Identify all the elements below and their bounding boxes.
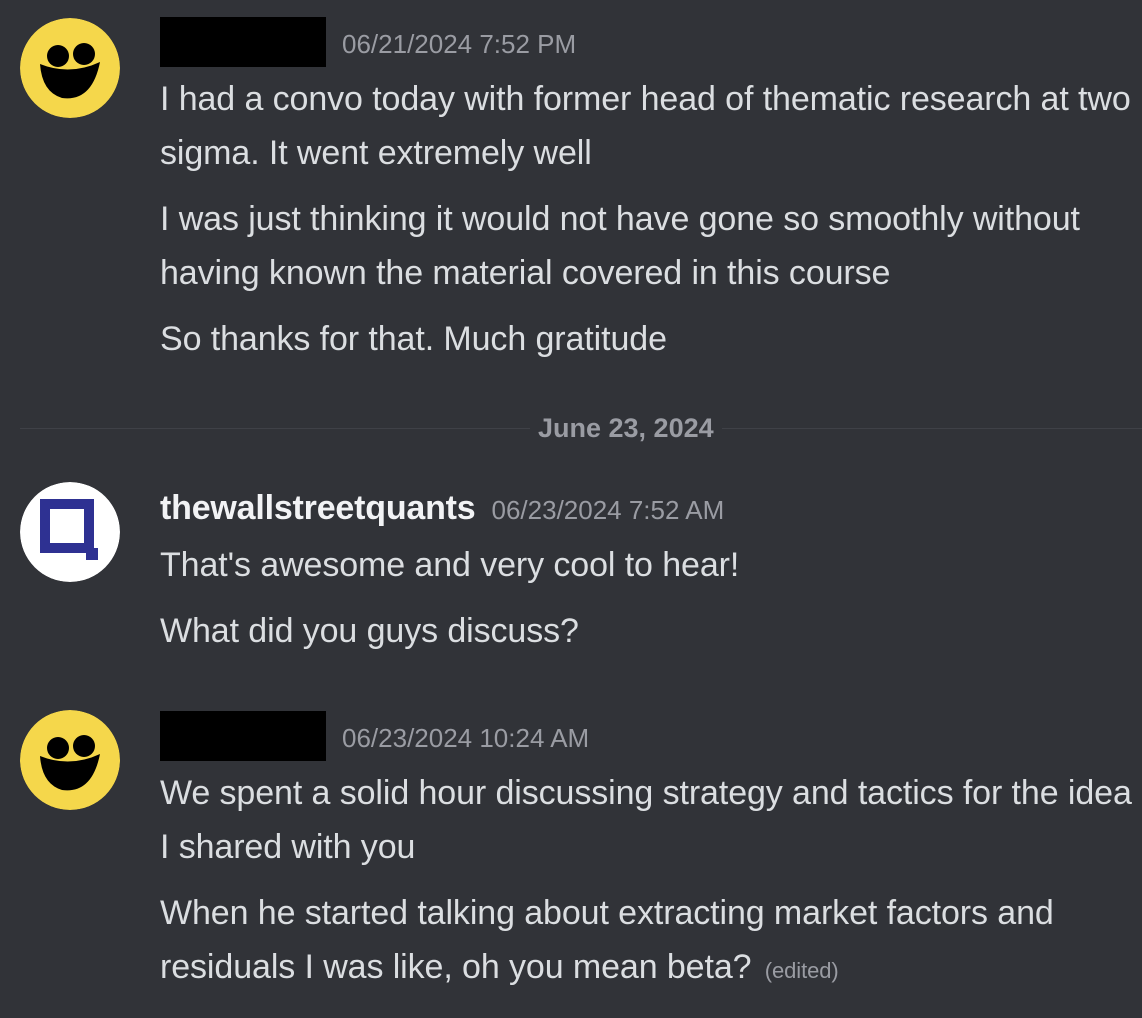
quants-avatar[interactable]: [20, 482, 120, 582]
user-avatar[interactable]: [20, 710, 120, 810]
message-text: What did you guys discuss?: [160, 612, 579, 650]
message-timestamp[interactable]: 06/23/2024 7:52 AM: [492, 491, 725, 526]
blue-square-logo-avatar-icon: [20, 482, 120, 582]
yellow-face-avatar-icon: [20, 710, 120, 810]
redacted-username[interactable]: [160, 17, 326, 67]
message-timestamp[interactable]: 06/21/2024 7:52 PM: [342, 25, 576, 60]
message-text: I had a convo today with former head of …: [160, 80, 1131, 172]
message-timestamp[interactable]: 06/23/2024 10:24 AM: [342, 719, 589, 754]
message-text: I was just thinking it would not have go…: [160, 200, 1080, 292]
message-text-body: When he started talking about extracting…: [160, 894, 1054, 986]
message-text: We spent a solid hour discussing strateg…: [160, 774, 1132, 866]
message-header: 06/23/2024 10:24 AM: [160, 706, 1132, 766]
redacted-username[interactable]: [160, 711, 326, 761]
date-divider-label: June 23, 2024: [530, 410, 722, 446]
message-text: When he started talking about extracting…: [160, 886, 1132, 998]
yellow-face-avatar-icon: [20, 18, 120, 118]
edited-indicator: (edited): [764, 958, 839, 983]
username[interactable]: thewallstreetquants: [160, 489, 476, 528]
user-avatar[interactable]: [20, 18, 120, 118]
message-text: That's awesome and very cool to hear!: [160, 546, 740, 584]
message-text: So thanks for that. Much gratitude: [160, 320, 667, 358]
message-header: thewallstreetquants 06/23/2024 7:52 AM: [160, 478, 1132, 538]
message-header: 06/21/2024 7:52 PM: [160, 12, 1132, 72]
